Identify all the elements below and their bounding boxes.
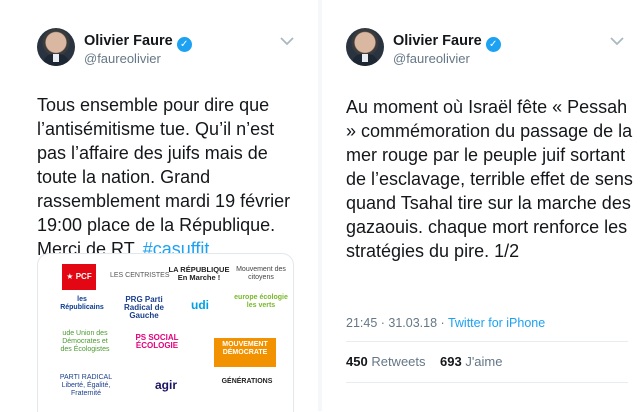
verified-icon: ✓ — [485, 37, 501, 52]
engagement-stats: 450 Retweets 693 J'aime — [346, 354, 502, 369]
udi-logo: udi — [191, 298, 209, 312]
author-handle[interactable]: @faureolivier — [393, 51, 470, 66]
verified-icon: ✓ — [176, 37, 192, 52]
agir-logo: agir — [154, 378, 177, 392]
column-divider — [318, 0, 322, 411]
lrem-logo: LA RÉPUBLIQUE En Marche ! — [168, 265, 230, 282]
modem-logo: MOUVEMENT DÉMOCRATE — [214, 338, 276, 367]
author-name[interactable]: Olivier Faure ✓ — [84, 33, 192, 52]
centristes-logo: LES CENTRISTES — [110, 272, 170, 279]
ude-logo: ude Union des Démocrates et des Écologis… — [60, 330, 110, 353]
attached-image[interactable]: ★ PCF LES CENTRISTES LA RÉPUBLIQUE En Ma… — [37, 253, 294, 412]
pcf-logo: ★ PCF — [62, 264, 96, 290]
divider — [346, 382, 628, 383]
prg-logo: PRG Parti Radical de Gauche — [123, 295, 164, 320]
tweet-card-left[interactable]: Olivier Faure ✓ @faureolivier Tous ensemb… — [0, 0, 316, 412]
retweets-stat[interactable]: 450 Retweets — [346, 354, 426, 369]
author-name[interactable]: Olivier Faure ✓ — [393, 33, 501, 52]
parti-radical-logo: PARTI RADICAL Liberté, Égalité, Fraterni… — [59, 374, 113, 397]
tweet-text: Tous ensemble pour dire que l’antisémiti… — [37, 95, 291, 259]
client-link[interactable]: Twitter for iPhone — [448, 316, 545, 330]
avatar[interactable] — [37, 28, 75, 66]
mdc-logo: Mouvement des citoyens — [236, 266, 286, 281]
timestamp[interactable]: 21:45 · 31.03.18 · — [346, 316, 445, 330]
eelv-logo: europe écologie les verts — [234, 294, 288, 309]
tweet-card-right[interactable]: Olivier Faure ✓ @faureolivier Au moment o… — [324, 0, 640, 411]
generations-logo: GÉNÉRATIONS — [221, 378, 273, 385]
avatar[interactable] — [346, 28, 384, 66]
lr-logo: les Républicains — [60, 296, 104, 311]
chevron-down-icon[interactable] — [610, 36, 624, 46]
divider — [346, 341, 628, 342]
ps-logo: PS SOCIAL ÉCOLOGIE — [135, 333, 179, 350]
chevron-down-icon[interactable] — [280, 36, 294, 46]
tweet-meta: 21:45 · 31.03.18 · Twitter for iPhone — [346, 316, 545, 330]
tweet-text: Au moment où Israël fête « Pessah » comm… — [346, 97, 633, 261]
author-handle[interactable]: @faureolivier — [84, 51, 161, 66]
likes-stat[interactable]: 693 J'aime — [440, 354, 503, 369]
